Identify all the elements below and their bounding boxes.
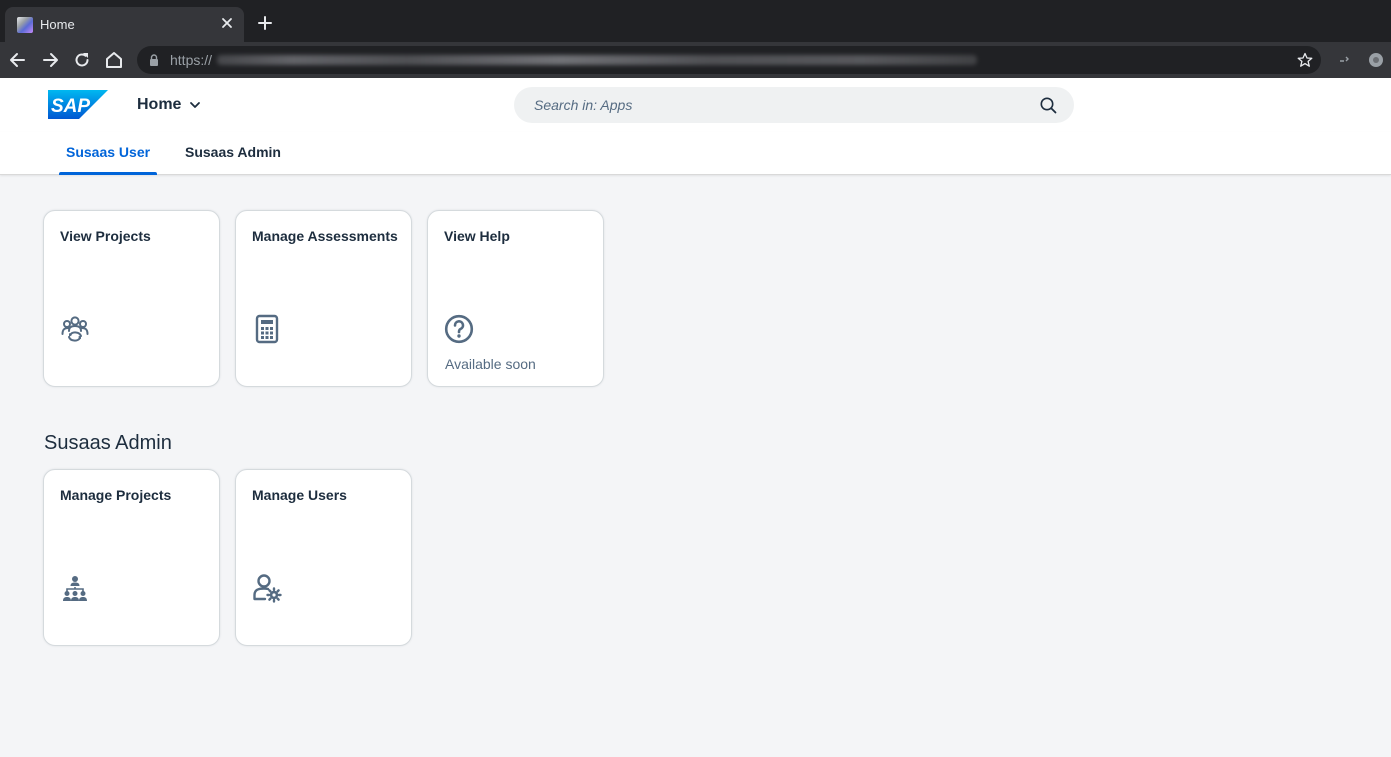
search-icon[interactable] bbox=[1040, 97, 1057, 114]
tile-title: Manage Assessments bbox=[252, 228, 398, 244]
tile-view-projects[interactable]: View Projects bbox=[43, 210, 220, 387]
tab-susaas-admin[interactable]: Susaas Admin bbox=[178, 132, 288, 175]
chevron-down-icon bbox=[190, 102, 201, 108]
logo-text: SAP bbox=[51, 96, 90, 117]
bookmark-star-icon[interactable] bbox=[1297, 52, 1313, 68]
browser-tabstrip: Home bbox=[0, 0, 1391, 42]
lock-icon bbox=[150, 54, 158, 66]
sap-logo[interactable]: SAP bbox=[48, 90, 108, 119]
section-title: Susaas Admin bbox=[44, 432, 172, 454]
tab-label: Susaas Admin bbox=[185, 144, 281, 160]
tile-title: View Help bbox=[444, 228, 510, 244]
question-mark-icon bbox=[444, 314, 474, 344]
group-refresh-icon bbox=[61, 316, 89, 342]
tile-manage-assessments[interactable]: Manage Assessments bbox=[235, 210, 412, 387]
browser-tab-title: Home bbox=[40, 17, 75, 32]
browser-toolbar: https:// bbox=[0, 42, 1391, 78]
profile-avatar-icon[interactable] bbox=[1368, 52, 1384, 68]
calculator-icon bbox=[255, 314, 279, 344]
tile-title: Manage Projects bbox=[60, 487, 172, 503]
page-tab-bar: Susaas User Susaas Admin bbox=[0, 132, 1391, 175]
user-settings-icon bbox=[253, 574, 282, 603]
url-redacted bbox=[217, 55, 977, 65]
favicon-icon bbox=[17, 17, 33, 33]
tile-footer: Available soon bbox=[445, 356, 536, 372]
search-field bbox=[514, 87, 1074, 123]
tile-title: Manage Users bbox=[252, 487, 347, 503]
reload-icon[interactable] bbox=[72, 50, 92, 70]
forward-arrow-icon[interactable] bbox=[40, 50, 60, 70]
extension-icon[interactable] bbox=[1336, 52, 1352, 68]
url-text: https:// bbox=[170, 52, 213, 68]
tile-title: View Projects bbox=[60, 228, 151, 244]
tile-view-help[interactable]: View Help Available soon bbox=[427, 210, 604, 387]
tab-label: Susaas User bbox=[66, 144, 151, 160]
tile-manage-projects[interactable]: Manage Projects bbox=[43, 469, 220, 646]
new-tab-icon[interactable] bbox=[257, 15, 273, 31]
back-arrow-icon[interactable] bbox=[8, 50, 28, 70]
home-icon[interactable] bbox=[104, 50, 124, 70]
app-title: Home bbox=[137, 96, 182, 113]
app-title-menu[interactable]: Home bbox=[137, 96, 201, 114]
close-icon[interactable] bbox=[219, 15, 235, 31]
shell-bar: SAP Home bbox=[0, 78, 1391, 132]
org-hierarchy-icon bbox=[63, 576, 87, 601]
search-input[interactable] bbox=[534, 87, 1034, 123]
tile-manage-users[interactable]: Manage Users bbox=[235, 469, 412, 646]
browser-tab[interactable]: Home bbox=[5, 7, 244, 42]
address-bar[interactable]: https:// bbox=[137, 46, 1321, 74]
tab-susaas-user[interactable]: Susaas User bbox=[59, 132, 158, 175]
